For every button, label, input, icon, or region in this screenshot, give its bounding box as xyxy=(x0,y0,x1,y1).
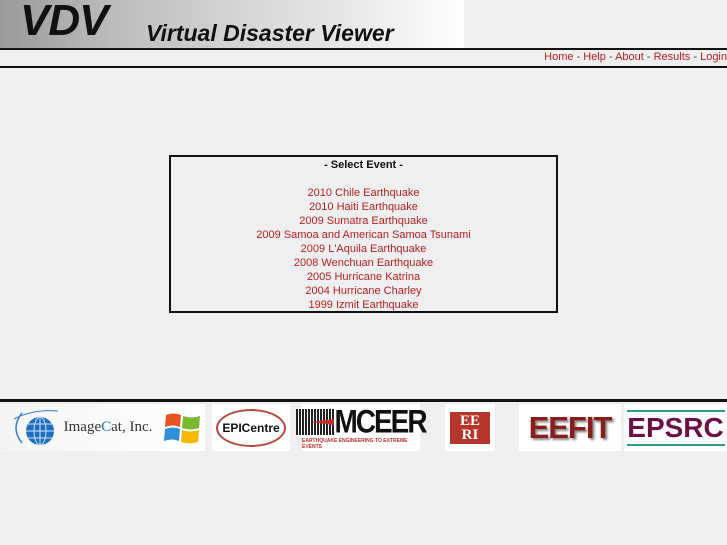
epicentre-text: EPICentre xyxy=(216,408,286,447)
epsrc-line-bottom xyxy=(626,443,725,446)
mceer-text: MCEER xyxy=(334,403,427,439)
nav-separator: - xyxy=(690,51,701,63)
event-list: 2010 Chile Earthquake 2010 Haiti Earthqu… xyxy=(171,186,556,312)
event-selector: - Select Event - 2010 Chile Earthquake 2… xyxy=(169,155,558,313)
nav-results-link[interactable]: Results xyxy=(654,51,691,63)
nav-separator: - xyxy=(573,51,584,63)
event-selector-title: - Select Event - xyxy=(324,159,403,171)
epicentre-logo[interactable]: EPICentre xyxy=(212,404,290,451)
site-title: Virtual Disaster Viewer xyxy=(146,20,394,46)
vdv-logo: VDV xyxy=(20,0,108,45)
windows-logo[interactable] xyxy=(160,404,205,451)
sponsor-logos: ImageCat, Inc. EPICentre MCEER EARTHQUAK… xyxy=(0,403,727,451)
epsrc-text: EPSRC xyxy=(627,411,724,443)
nav-separator: - xyxy=(643,51,654,63)
nav-help-link[interactable]: Help xyxy=(583,51,606,63)
nav-about-link[interactable]: About xyxy=(615,51,644,63)
imagecat-text-part: at, Inc. xyxy=(111,419,153,435)
mceer-bars-icon xyxy=(296,408,335,435)
eefit-logo[interactable]: EEFIT xyxy=(519,404,621,451)
eeri-logo[interactable]: EE RI xyxy=(445,404,495,451)
event-link[interactable]: 2010 Chile Earthquake xyxy=(171,186,556,200)
imagecat-logo[interactable]: ImageCat, Inc. xyxy=(0,404,160,451)
header-divider xyxy=(0,48,727,50)
mceer-logo[interactable]: MCEER EARTHQUAKE ENGINEERING TO EXTREME … xyxy=(296,403,428,451)
eeri-text-top: EE xyxy=(459,412,480,429)
nav-login-link[interactable]: Login xyxy=(700,51,727,63)
event-link[interactable]: 2004 Hurricane Charley xyxy=(171,284,556,298)
nav-divider xyxy=(0,66,727,68)
epsrc-logo[interactable]: EPSRC xyxy=(624,404,727,451)
nav-separator: - xyxy=(605,51,616,63)
event-link[interactable]: 2009 L'Aquila Earthquake xyxy=(171,242,556,256)
imagecat-text-part: Image xyxy=(63,419,102,435)
windows-flag-icon xyxy=(163,413,200,443)
event-link[interactable]: 2009 Sumatra Earthquake xyxy=(171,214,556,228)
event-link[interactable]: 2008 Wenchuan Earthquake xyxy=(171,256,556,270)
event-link[interactable]: 2009 Samoa and American Samoa Tsunami xyxy=(171,228,556,242)
eeri-text-bottom: RI xyxy=(461,426,479,443)
top-nav: Home - Help - About - Results - Login xyxy=(544,51,727,65)
header-banner: VDV Virtual Disaster Viewer xyxy=(0,0,464,48)
footer-divider xyxy=(0,399,727,402)
imagecat-text-c: C xyxy=(101,419,112,435)
eefit-text: EEFIT xyxy=(528,409,613,445)
event-link[interactable]: 1999 Izmit Earthquake xyxy=(171,298,556,312)
globe-icon xyxy=(13,409,58,445)
imagecat-text: ImageCat, Inc. xyxy=(64,419,153,436)
nav-home-link[interactable]: Home xyxy=(544,51,573,63)
event-link[interactable]: 2005 Hurricane Katrina xyxy=(171,270,556,284)
event-link[interactable]: 2010 Haiti Earthquake xyxy=(171,200,556,214)
